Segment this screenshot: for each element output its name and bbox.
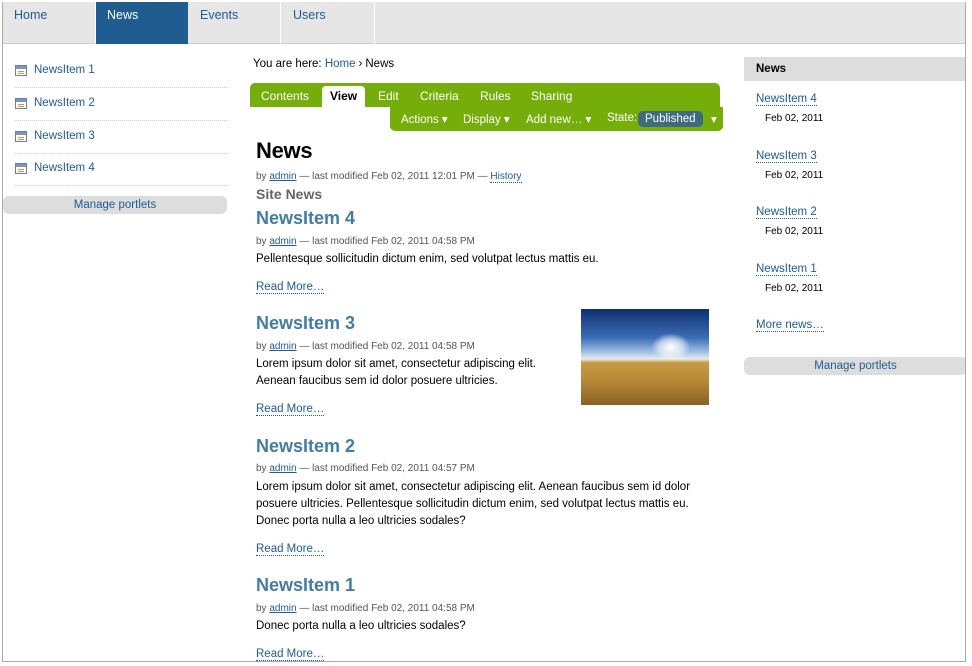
news-portlet-date: Feb 02, 2011 (765, 226, 824, 237)
edit-toolbar-tabs: Contents View Edit Criteria Rules Sharin… (250, 83, 720, 107)
tab-view[interactable]: View (322, 86, 366, 107)
news-item-icon (15, 98, 27, 109)
read-more-link[interactable]: Read More… (256, 543, 325, 556)
left-nav-item-label: NewsItem 4 (34, 162, 95, 174)
news-item-icon (15, 65, 27, 76)
manage-portlets-right-button[interactable]: Manage portlets (744, 357, 965, 375)
news-portlet-link[interactable]: NewsItem 2 (756, 206, 817, 219)
news-portlet-link[interactable]: NewsItem 4 (756, 93, 817, 106)
left-nav-item[interactable]: NewsItem 1 (15, 56, 227, 88)
read-more-link[interactable]: Read More… (256, 281, 325, 294)
history-link[interactable]: History (490, 171, 522, 183)
news-item-description: Lorem ipsum dolor sit amet, consectetur … (256, 481, 691, 527)
tab-criteria[interactable]: Criteria (420, 83, 459, 107)
actions-menu[interactable]: Actions ▾ (401, 112, 448, 126)
news-portlet-link[interactable]: NewsItem 1 (756, 263, 817, 276)
tab-contents[interactable]: Contents (261, 83, 309, 107)
tab-sharing[interactable]: Sharing (531, 83, 572, 107)
left-nav-item-label: NewsItem 3 (34, 130, 95, 142)
author-link[interactable]: admin (269, 463, 296, 474)
left-nav-item[interactable]: NewsItem 2 (15, 89, 227, 121)
news-item-byline: by admin — last modified Feb 02, 2011 04… (256, 236, 475, 247)
news-item-title[interactable]: NewsItem 3 (256, 313, 355, 334)
breadcrumb-home-link[interactable]: Home (325, 58, 356, 70)
news-item-byline: by admin — last modified Feb 02, 2011 04… (256, 341, 475, 352)
left-nav-item-label: NewsItem 1 (34, 64, 95, 76)
news-portlet-date: Feb 02, 2011 (765, 113, 824, 124)
browser-frame: Home News Events Users NewsItem 1 NewsIt… (2, 2, 966, 662)
manage-portlets-left-button[interactable]: Manage portlets (3, 196, 227, 214)
left-nav-item[interactable]: NewsItem 3 (15, 122, 227, 154)
news-portlet-link[interactable]: NewsItem 3 (756, 150, 817, 163)
news-portlet-header[interactable]: News (744, 57, 965, 81)
news-item-description: Pellentesque sollicitudin dictum enim, s… (256, 253, 599, 265)
add-new-menu[interactable]: Add new… ▾ (526, 112, 591, 126)
display-menu[interactable]: Display ▾ (463, 112, 510, 126)
chevron-down-icon[interactable]: ▾ (711, 112, 717, 126)
news-portlet-date: Feb 02, 2011 (765, 283, 824, 294)
sun-glow (651, 333, 691, 361)
breadcrumb: You are here: Home › News (253, 58, 394, 70)
state-label: State: (607, 112, 638, 124)
nav-tab-events[interactable]: Events (189, 2, 281, 44)
news-item-title[interactable]: NewsItem 1 (256, 575, 355, 596)
more-news-link[interactable]: More news… (756, 319, 824, 332)
page-title: News (256, 138, 313, 163)
news-item-title[interactable]: NewsItem 4 (256, 208, 355, 229)
read-more-link[interactable]: Read More… (256, 403, 325, 416)
author-link[interactable]: admin (269, 171, 296, 182)
main-content: You are here: Home › News Contents View Ed… (250, 44, 725, 661)
state-menu[interactable]: Published (638, 111, 703, 127)
news-item-title[interactable]: NewsItem 2 (256, 436, 355, 457)
section-title: Site News (256, 186, 323, 202)
nav-tab-home[interactable]: Home (3, 2, 96, 44)
news-portlet-date: Feb 02, 2011 (765, 170, 824, 181)
author-link[interactable]: admin (269, 236, 296, 247)
news-item-byline: by admin — last modified Feb 02, 2011 04… (256, 463, 475, 474)
breadcrumb-current: News (365, 58, 395, 70)
news-item-icon (15, 131, 27, 142)
left-nav-item-label: NewsItem 2 (34, 97, 95, 109)
tab-rules[interactable]: Rules (480, 83, 511, 107)
content-actions-bar: Actions ▾ Display ▾ Add new… ▾ State: Pu… (390, 107, 723, 131)
breadcrumb-prefix: You are here: (253, 58, 322, 70)
tab-edit[interactable]: Edit (378, 83, 399, 107)
read-more-link[interactable]: Read More… (256, 648, 325, 661)
left-nav-item[interactable]: NewsItem 4 (15, 154, 227, 186)
author-link[interactable]: admin (269, 603, 296, 614)
page-byline: by admin — last modified Feb 02, 2011 12… (256, 171, 522, 183)
news-item-icon (15, 163, 27, 174)
news-item-image[interactable] (581, 309, 709, 405)
author-link[interactable]: admin (269, 341, 296, 352)
breadcrumb-separator: › (358, 58, 363, 70)
news-item-description: Donec porta nulla a leo ultricies sodale… (256, 620, 466, 632)
news-item-description: Lorem ipsum dolor sit amet, consectetur … (256, 358, 536, 387)
nav-tab-users[interactable]: Users (282, 2, 375, 44)
nav-tab-news[interactable]: News (96, 2, 188, 44)
news-item-byline: by admin — last modified Feb 02, 2011 04… (256, 603, 475, 614)
top-navigation: Home News Events Users (3, 2, 965, 44)
